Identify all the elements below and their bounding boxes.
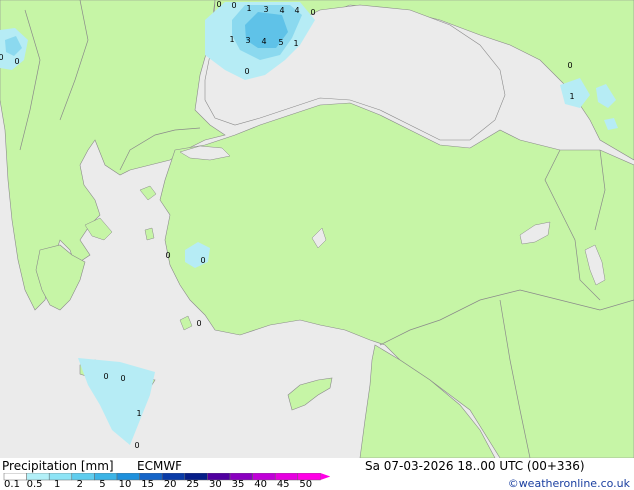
station-value: 5: [278, 38, 283, 47]
legend-tick-label: 25: [186, 479, 200, 490]
station-value: 0: [216, 0, 221, 9]
station-value: 0: [103, 372, 108, 381]
station-value: 4: [294, 6, 299, 15]
station-value: 1: [136, 409, 141, 418]
station-value: 0: [134, 441, 139, 450]
station-value: 0: [200, 256, 205, 265]
legend-tick-label: 40: [254, 479, 267, 490]
station-value: 0: [14, 57, 19, 66]
station-value: 0: [196, 319, 201, 328]
legend-tick-label: 2: [76, 479, 83, 490]
legend-tick-label: 45: [276, 479, 290, 490]
legend-tick-label: 10: [118, 479, 132, 490]
station-value: 4: [261, 37, 266, 46]
legend-ticks: 0.1 0.5 1 2 5 10 15 20 25 30 35 40 45 50: [0, 480, 634, 490]
valid-time: Sa 07-03-2026 18..00 UTC (00+336): [365, 459, 585, 473]
legend-tick-label: 0.5: [26, 479, 43, 490]
station-value: 1: [569, 92, 574, 101]
station-value: 1: [229, 35, 234, 44]
precipitation-map: 0 0 1 3 4 4 0 1 3 4 5 1 0 0 0 0 1 0 0 0 …: [0, 0, 634, 458]
station-value: 3: [263, 5, 268, 14]
station-value: 4: [279, 6, 284, 15]
legend-tick-label: 15: [141, 479, 154, 490]
station-value: 0: [244, 67, 249, 76]
legend-tick-label: 1: [54, 479, 61, 490]
legend-overflow-arrow: [320, 473, 330, 480]
station-value: 0: [310, 8, 315, 17]
legend-swatch: [71, 473, 95, 481]
station-value: 0: [231, 1, 236, 10]
station-value: 0: [0, 53, 4, 62]
legend-tick-label: 30: [209, 479, 222, 490]
legend-swatch: [94, 473, 118, 481]
precipitation-title: Precipitation [mm]: [2, 459, 114, 473]
legend-swatch: [48, 473, 73, 481]
station-value: 3: [245, 36, 250, 45]
station-value: 0: [120, 374, 125, 383]
station-value: 1: [293, 39, 298, 48]
legend-tick-label: 0.1: [4, 479, 20, 490]
legend-tick-label: 50: [299, 479, 313, 490]
model-name: ECMWF: [137, 459, 183, 473]
station-value: 1: [246, 4, 251, 13]
station-value: 0: [165, 251, 170, 260]
legend-tick-label: 20: [163, 479, 177, 490]
legend-tick-label: 35: [231, 479, 245, 490]
legend-tick-label: 5: [99, 479, 106, 490]
station-value: 0: [567, 61, 572, 70]
